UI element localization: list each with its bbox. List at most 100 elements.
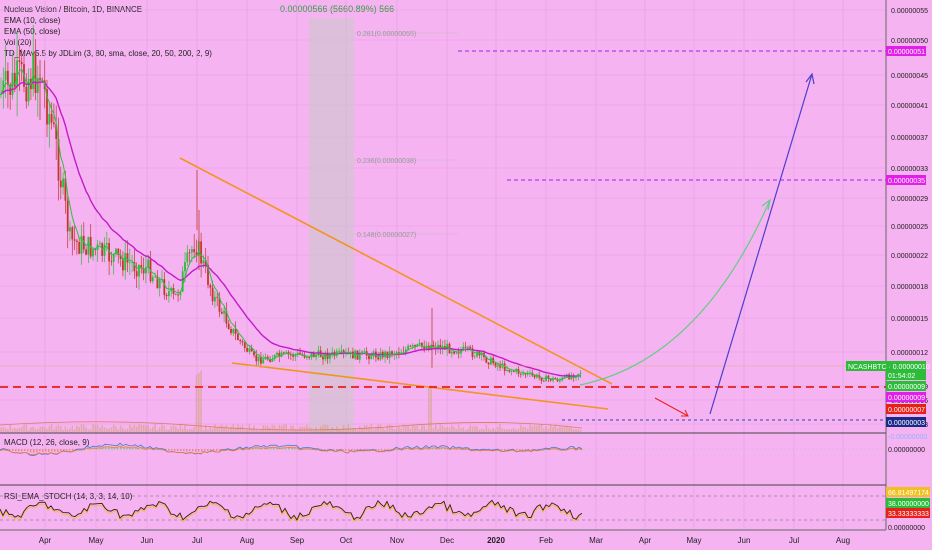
macd-hist-bar <box>168 449 170 451</box>
volume-bar <box>322 425 324 432</box>
candle-body <box>76 240 78 242</box>
volume-bar <box>276 428 278 432</box>
volume-bar <box>579 429 582 432</box>
volume-bar <box>48 426 51 432</box>
candle-body <box>519 373 522 375</box>
volume-bar <box>39 427 41 432</box>
candle-body <box>464 346 467 348</box>
candle-body <box>354 350 357 359</box>
volume-bar <box>80 424 83 432</box>
volume-bar <box>62 429 64 432</box>
macd-hist-bar <box>174 449 176 451</box>
time-axis[interactable]: Apr May Jun Jul Aug Sep Oct Nov Dec 2020 Feb Mar Apr… <box>39 536 850 545</box>
volume-bar <box>106 428 108 432</box>
volume-bar <box>469 425 471 432</box>
volume-bar <box>30 427 32 432</box>
volume-bar <box>290 425 292 432</box>
volume-bar <box>55 426 57 432</box>
target-tag-text: 0.00000051 <box>888 49 925 56</box>
macd-hist-bar <box>216 449 218 451</box>
volume-bar <box>202 429 205 432</box>
volume-bar <box>432 428 435 432</box>
volume-bar <box>149 428 152 432</box>
price-tag-text: NCASHBTC · 0.00000010 <box>848 364 930 371</box>
price-tick-label: 0.00000041 <box>891 103 928 110</box>
volume-bar <box>446 426 448 432</box>
volume-bar <box>577 428 580 432</box>
candle-body <box>20 61 23 65</box>
volume-bar <box>545 426 547 432</box>
grid <box>0 0 886 530</box>
volume-bar <box>76 425 78 432</box>
volume-bar <box>142 424 145 432</box>
macd-hist-bar <box>522 449 524 451</box>
macd-axis-label: -0.00000000 <box>888 434 927 441</box>
volume-bar <box>50 424 53 432</box>
macd-hist-bar <box>204 449 206 451</box>
volume-bar <box>158 427 161 432</box>
volume-bar <box>517 428 520 432</box>
price-chart[interactable]: 0.281(0.00000055) 0.236(0.00000038) 0.148(… <box>0 0 932 550</box>
candle-body <box>69 227 71 232</box>
volume-bar <box>437 428 439 432</box>
macd-signal-line <box>0 445 583 456</box>
volume-bar <box>278 425 281 432</box>
macd-hist-bar <box>24 449 26 452</box>
macd-hist-bar <box>45 449 47 452</box>
candle-body <box>283 352 285 354</box>
price-tag-text: 01:54:02 <box>888 373 915 380</box>
volume-bar <box>53 429 55 432</box>
price-tick-label: 0.00000033 <box>891 166 928 173</box>
volume-bar <box>163 426 166 432</box>
volume-bar <box>34 428 37 432</box>
candle-body <box>361 351 363 353</box>
macd-hist-bar <box>189 449 191 452</box>
fib-zone <box>309 18 354 433</box>
volume-bar <box>510 428 513 432</box>
volume-bar <box>296 429 299 432</box>
candle-body <box>377 357 380 360</box>
macd-hist-bar <box>384 449 386 451</box>
volume-bar <box>538 425 540 432</box>
volume-bar <box>533 425 536 432</box>
candle-body <box>232 328 235 334</box>
candle-body <box>409 345 412 347</box>
price-tick-label: 0.00000045 <box>891 73 928 80</box>
volume-bar <box>14 427 16 432</box>
candle-body <box>457 352 460 354</box>
volume-bar <box>230 426 232 432</box>
time-tick-label: Apr <box>639 536 652 545</box>
volume-bar <box>248 424 251 432</box>
candle-body <box>59 180 62 188</box>
volume-bar <box>306 424 308 432</box>
volume-bar <box>559 425 561 432</box>
target-tag-text: 0.00000035 <box>888 178 925 185</box>
volume-bar <box>492 427 494 432</box>
candle-body <box>103 244 106 256</box>
volume-bar <box>303 426 306 432</box>
volume-bar <box>439 424 442 432</box>
volume-bar <box>379 424 382 432</box>
volume-bar <box>393 429 396 432</box>
volume-bar <box>9 424 11 432</box>
candle-body <box>73 239 76 241</box>
price-tick-label: 0.00000018 <box>891 284 928 291</box>
candle-body <box>168 291 170 297</box>
volume-bar <box>92 424 94 432</box>
volume-bar <box>547 428 550 432</box>
volume-bar <box>161 424 163 432</box>
candles <box>0 25 582 384</box>
volume-bar <box>342 425 345 432</box>
volume-bar <box>172 425 175 432</box>
candle-body <box>25 86 28 102</box>
volume-bar <box>572 429 575 432</box>
volume-bar <box>356 429 359 432</box>
volume-bar <box>384 429 386 432</box>
candle-body <box>112 254 115 262</box>
volume-bar <box>126 428 129 432</box>
volume-bar <box>69 428 71 432</box>
candle-body <box>128 262 131 264</box>
rsi-pane: 66.81497174 38.00000000 33.33333333 0.00000… <box>0 487 930 532</box>
candle-body <box>191 249 193 253</box>
volume-bar <box>455 429 458 432</box>
